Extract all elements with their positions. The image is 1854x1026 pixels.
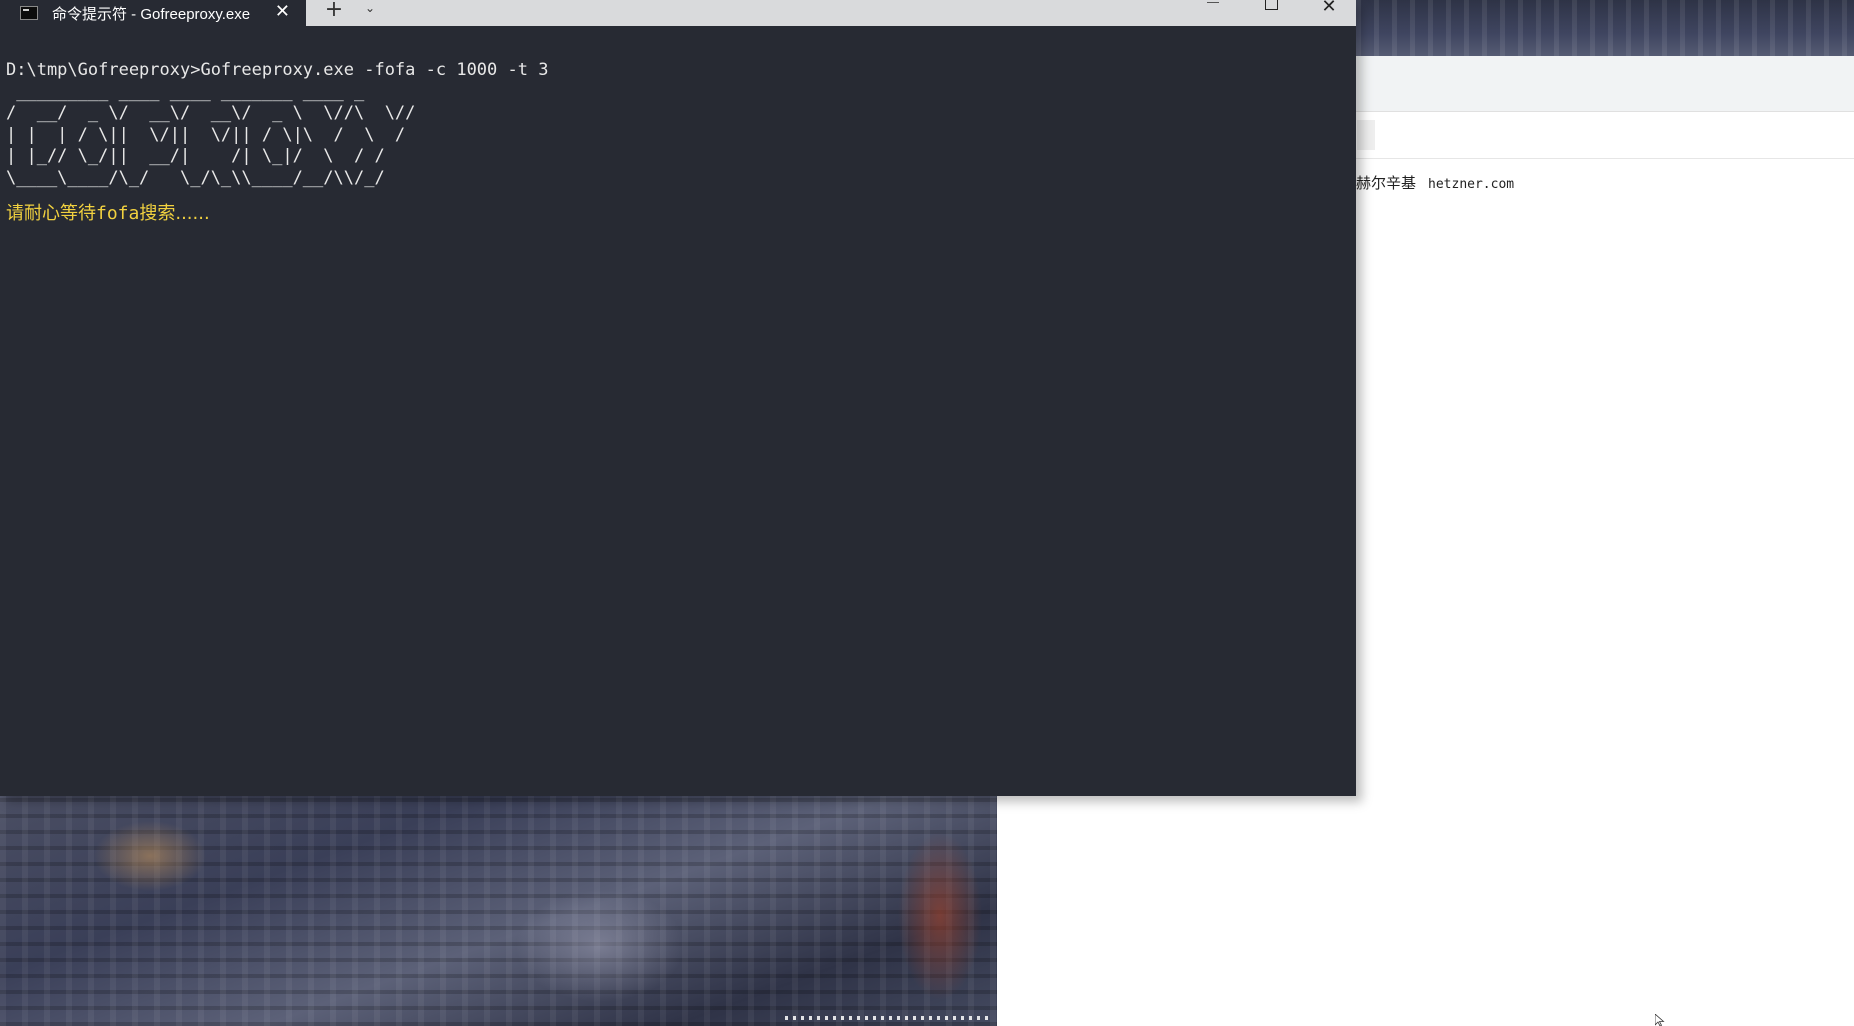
maximize-icon — [1264, 0, 1278, 10]
minimize-icon — [1207, 2, 1219, 3]
terminal-tab[interactable]: 命令提示符 - Gofreeproxy.exe ✕ — [0, 0, 306, 26]
ascii-banner: _________ ____ ____ _______ ____ _ / __/… — [6, 82, 1346, 190]
maximize-button[interactable] — [1248, 0, 1294, 22]
browser-address-area — [1356, 112, 1854, 159]
wallpaper-dotted-line — [785, 1016, 993, 1020]
close-tab-icon[interactable]: ✕ — [275, 1, 290, 23]
tab-title: 命令提示符 - Gofreeproxy.exe — [52, 5, 251, 23]
result-row: 赫尔辛基 hetzner.com — [1356, 172, 1514, 193]
close-window-button[interactable]: ✕ — [1306, 0, 1352, 22]
wait-message-suffix: 搜索...... — [139, 203, 210, 224]
desktop: 赫尔辛基 hetzner.com 命令提示符 - Gofreeproxy.exe … — [0, 0, 1854, 1026]
banner-line: \____\____/\_/ \_/\_\\____/__/\\/_/ — [6, 167, 385, 188]
close-icon: ✕ — [1321, 0, 1337, 17]
banner-line: | |_// \_/|| __/| /| \_|/ \ / / — [6, 146, 385, 166]
wait-message-prefix: 请耐心等待 — [6, 203, 96, 224]
banner-line: _________ ____ ____ _______ ____ _ — [6, 81, 365, 102]
chevron-down-icon[interactable]: ⌄ — [360, 0, 380, 22]
console-icon — [20, 6, 38, 20]
background-browser-window[interactable]: 赫尔辛基 hetzner.com — [1356, 56, 1854, 1026]
wallpaper-strip — [1356, 0, 1854, 56]
result-city: 赫尔辛基 — [1356, 174, 1417, 192]
browser-toolbar — [1356, 56, 1854, 112]
browser-scroll-stub — [1357, 120, 1375, 150]
minimize-button[interactable] — [1190, 0, 1236, 22]
banner-line: | | | / \|| \/|| \/|| / \|\ / \ / — [6, 124, 406, 145]
command-line: D:\tmp\Gofreeproxy>Gofreeproxy.exe -fofa… — [6, 60, 549, 80]
wait-message-keyword: fofa — [96, 203, 140, 224]
result-domain[interactable]: hetzner.com — [1428, 177, 1514, 192]
terminal-titlebar[interactable]: 命令提示符 - Gofreeproxy.exe ✕ + ⌄ ✕ — [0, 0, 1356, 26]
wait-message: 请耐心等待fofa搜索...... — [6, 203, 1346, 225]
wallpaper-cityscape — [0, 796, 997, 1026]
banner-line: / __/ _ \/ __\/ __\/ _ \ \//\ \// — [6, 103, 416, 123]
terminal-window[interactable]: 命令提示符 - Gofreeproxy.exe ✕ + ⌄ ✕ D:\tmp\G… — [0, 0, 1356, 796]
new-tab-button[interactable]: + — [322, 0, 346, 24]
terminal-output[interactable]: D:\tmp\Gofreeproxy>Gofreeproxy.exe -fofa… — [6, 60, 1346, 225]
